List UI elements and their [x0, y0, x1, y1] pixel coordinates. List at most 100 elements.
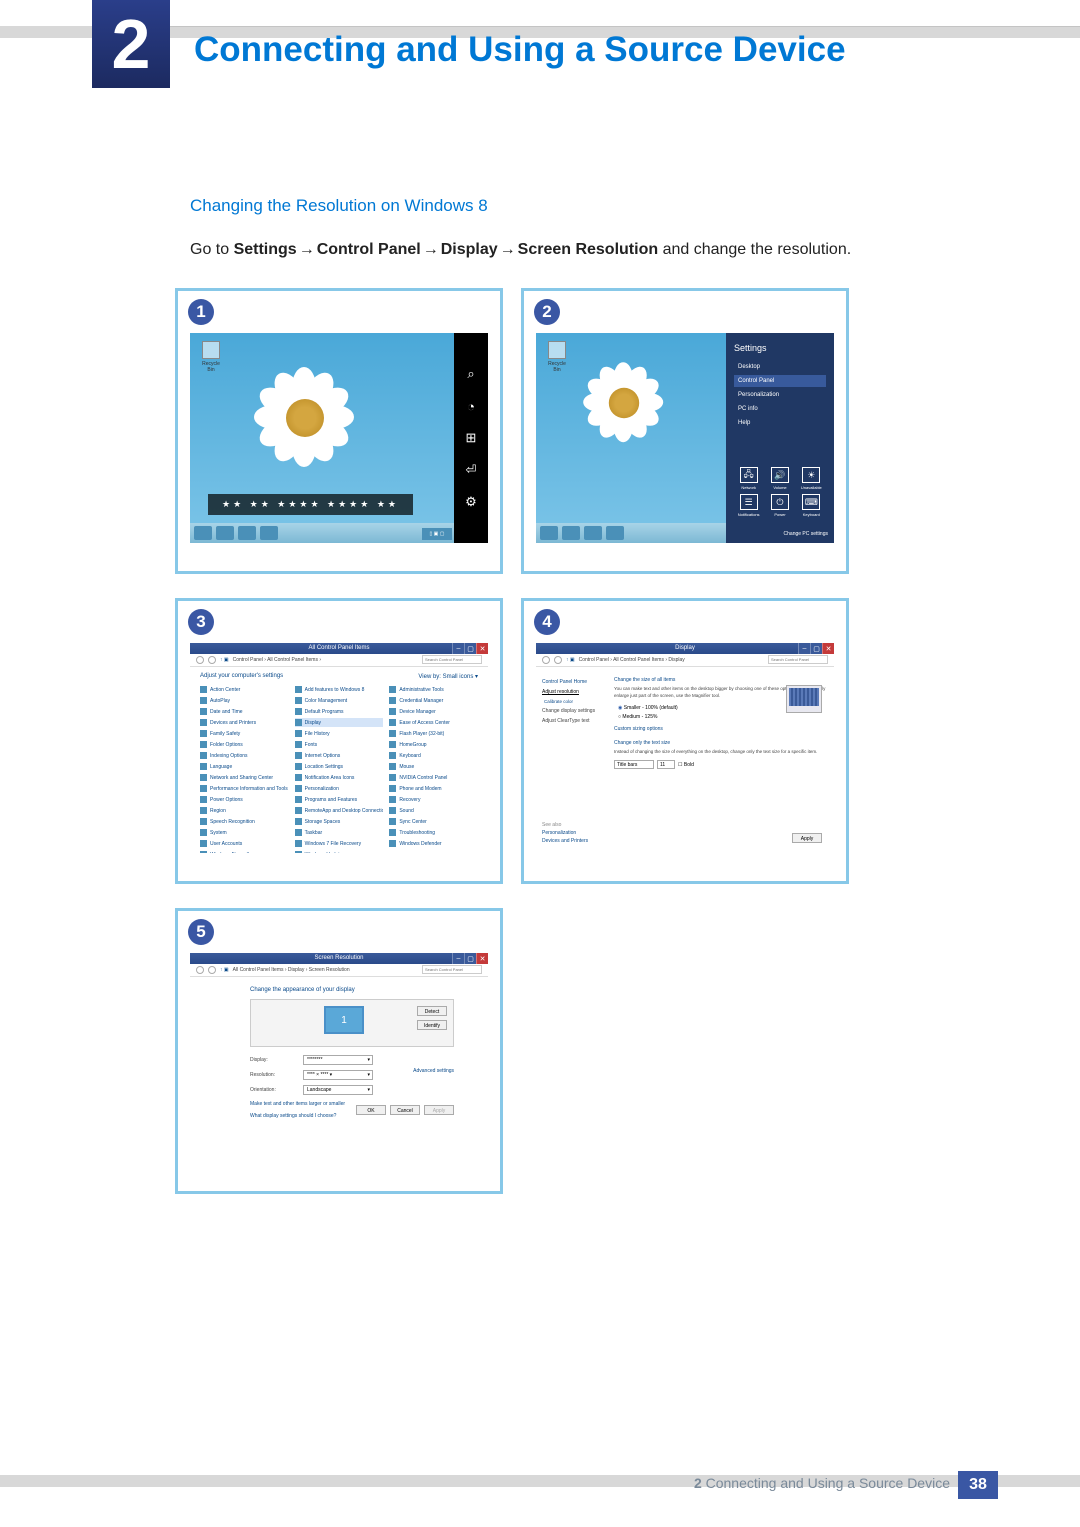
- control-panel-item: RemoteApp and Desktop Connections: [295, 806, 384, 815]
- display-select: ********: [303, 1055, 373, 1065]
- footer-chapter-ref: 2 Connecting and Using a Source Device: [694, 1475, 950, 1491]
- control-panel-item: Credential Manager: [389, 696, 478, 705]
- control-panel-item: Windows Firewall: [200, 850, 289, 853]
- settings-icon: ⚙: [463, 494, 479, 510]
- control-panel-item: Add features to Windows 8: [295, 685, 384, 694]
- control-panel-item: Ease of Access Center: [389, 718, 478, 727]
- screenshot-card-5: 5 Screen Resolution –▢✕ ↑ ▣ All Control …: [175, 908, 503, 1194]
- window-title: Screen Resolution: [190, 953, 488, 964]
- quick-tile: ⌨Keyboard: [797, 494, 826, 517]
- window-controls: –▢✕: [452, 953, 488, 964]
- control-panel-item: Color Management: [295, 696, 384, 705]
- devices-icon: ⏎: [463, 462, 479, 478]
- control-panel-item: Date and Time: [200, 707, 289, 716]
- control-panel-item: Device Manager: [389, 707, 478, 716]
- section-subheading: Changing the Resolution on Windows 8: [190, 196, 988, 216]
- control-panel-item: Personalization: [295, 784, 384, 793]
- window-controls: –▢✕: [452, 643, 488, 654]
- screenshot-card-1: 1 Recycle Bin ★★ ★★ ★★★★ ★★★★ ★★ ⌕ ◔ ⊞ ⏎…: [175, 288, 503, 574]
- monitor-icon: 1: [324, 1006, 364, 1034]
- screenshot-grid: 1 Recycle Bin ★★ ★★ ★★★★ ★★★★ ★★ ⌕ ◔ ⊞ ⏎…: [175, 288, 849, 1194]
- adjust-heading: Adjust your computer's settings: [200, 673, 283, 680]
- cancel-button: Cancel: [390, 1105, 420, 1115]
- control-panel-item: File History: [295, 729, 384, 738]
- settings-panel-item: Control Panel: [734, 375, 826, 387]
- quick-tile: 🖧Network: [734, 467, 763, 490]
- taskbar-item: [562, 526, 580, 540]
- control-panel-item: NVIDIA Control Panel: [389, 773, 478, 782]
- control-panel-item: [389, 850, 478, 853]
- search-input: [422, 965, 482, 974]
- resolution-select: **** × **** ▾: [303, 1070, 373, 1080]
- taskbar-item: [540, 526, 558, 540]
- page-number: 38: [958, 1471, 998, 1499]
- control-panel-item: Sound: [389, 806, 478, 815]
- advanced-settings-link: Advanced settings: [413, 1068, 454, 1074]
- settings-panel-item: PC info: [734, 403, 826, 415]
- change-pc-settings-link: Change PC settings: [784, 531, 828, 537]
- forward-button: [208, 656, 216, 664]
- control-panel-item: Devices and Printers: [200, 718, 289, 727]
- control-panel-item: Windows Update: [295, 850, 384, 853]
- system-tray: ▯ ▣ ▢: [422, 528, 452, 540]
- control-panel-item: Language: [200, 762, 289, 771]
- search-icon: ⌕: [463, 366, 479, 382]
- quick-tile: ☀Unavailable: [797, 467, 826, 490]
- view-by: View by: Small icons ▾: [418, 673, 478, 680]
- taskbar-item: [584, 526, 602, 540]
- control-panel-item: Indexing Options: [200, 751, 289, 760]
- window-title: All Control Panel Items: [190, 643, 488, 654]
- step-badge: 1: [188, 299, 214, 325]
- step-badge: 5: [188, 919, 214, 945]
- control-panel-item: Network and Sharing Center: [200, 773, 289, 782]
- start-icon: ⊞: [463, 430, 479, 446]
- control-panel-item: Windows Defender: [389, 839, 478, 848]
- wallpaper-daisy: [220, 353, 390, 483]
- screenshot-card-3: 3 All Control Panel Items –▢✕ ↑ ▣ Contro…: [175, 598, 503, 884]
- control-panel-item: Default Programs: [295, 707, 384, 716]
- control-panel-item: Region: [200, 806, 289, 815]
- control-panel-item: Taskbar: [295, 828, 384, 837]
- control-panel-item: Fonts: [295, 740, 384, 749]
- step-badge: 3: [188, 609, 214, 635]
- ok-button: OK: [356, 1105, 386, 1115]
- chapter-badge: 2: [92, 0, 170, 88]
- main-heading: Change the appearance of your display: [250, 987, 454, 993]
- settings-panel-item: Personalization: [734, 389, 826, 401]
- quick-tile: 🔊Volume: [765, 467, 794, 490]
- control-panel-item: Power Options: [200, 795, 289, 804]
- settings-panel-item: Desktop: [734, 361, 826, 373]
- control-panel-item: Location Settings: [295, 762, 384, 771]
- control-panel-item: Keyboard: [389, 751, 478, 760]
- control-panel-item: Administrative Tools: [389, 685, 478, 694]
- control-panel-item: Notification Area Icons: [295, 773, 384, 782]
- search-input: [768, 655, 828, 664]
- control-panel-item: Recovery: [389, 795, 478, 804]
- quick-tile: ☰Notifications: [734, 494, 763, 517]
- step-badge: 4: [534, 609, 560, 635]
- monitor-preview: [786, 685, 822, 713]
- control-panel-item: Programs and Features: [295, 795, 384, 804]
- instruction-text: Go to Settings→Control Panel→Display→Scr…: [190, 238, 988, 262]
- chapter-title: Connecting and Using a Source Device: [194, 30, 846, 70]
- apply-button: Apply: [424, 1105, 454, 1115]
- taskbar-item: [216, 526, 234, 540]
- taskbar-item: [194, 526, 212, 540]
- control-panel-item: AutoPlay: [200, 696, 289, 705]
- taskbar-item: [606, 526, 624, 540]
- orientation-select: Landscape: [303, 1085, 373, 1095]
- step-badge: 2: [534, 299, 560, 325]
- screenshot-card-2: 2 Recycle Bin Settings DesktopControl Pa…: [521, 288, 849, 574]
- control-panel-item: HomeGroup: [389, 740, 478, 749]
- control-panel-item: System: [200, 828, 289, 837]
- window-title: Display: [536, 643, 834, 654]
- charms-bar: ⌕ ◔ ⊞ ⏎ ⚙: [454, 333, 488, 543]
- control-panel-item: Windows 7 File Recovery: [295, 839, 384, 848]
- status-overlay: ★★ ★★ ★★★★ ★★★★ ★★: [208, 494, 413, 515]
- settings-panel-title: Settings: [734, 343, 826, 353]
- apply-button: Apply: [792, 833, 822, 843]
- radio-medium: Medium - 125%: [614, 714, 826, 720]
- settings-charm-panel: Settings Desktop Control Panel Personaliza…: [726, 333, 834, 543]
- control-panel-item: Folder Options: [200, 740, 289, 749]
- display-sidebar: Control Panel Home Adjust resolution Cal…: [536, 671, 606, 775]
